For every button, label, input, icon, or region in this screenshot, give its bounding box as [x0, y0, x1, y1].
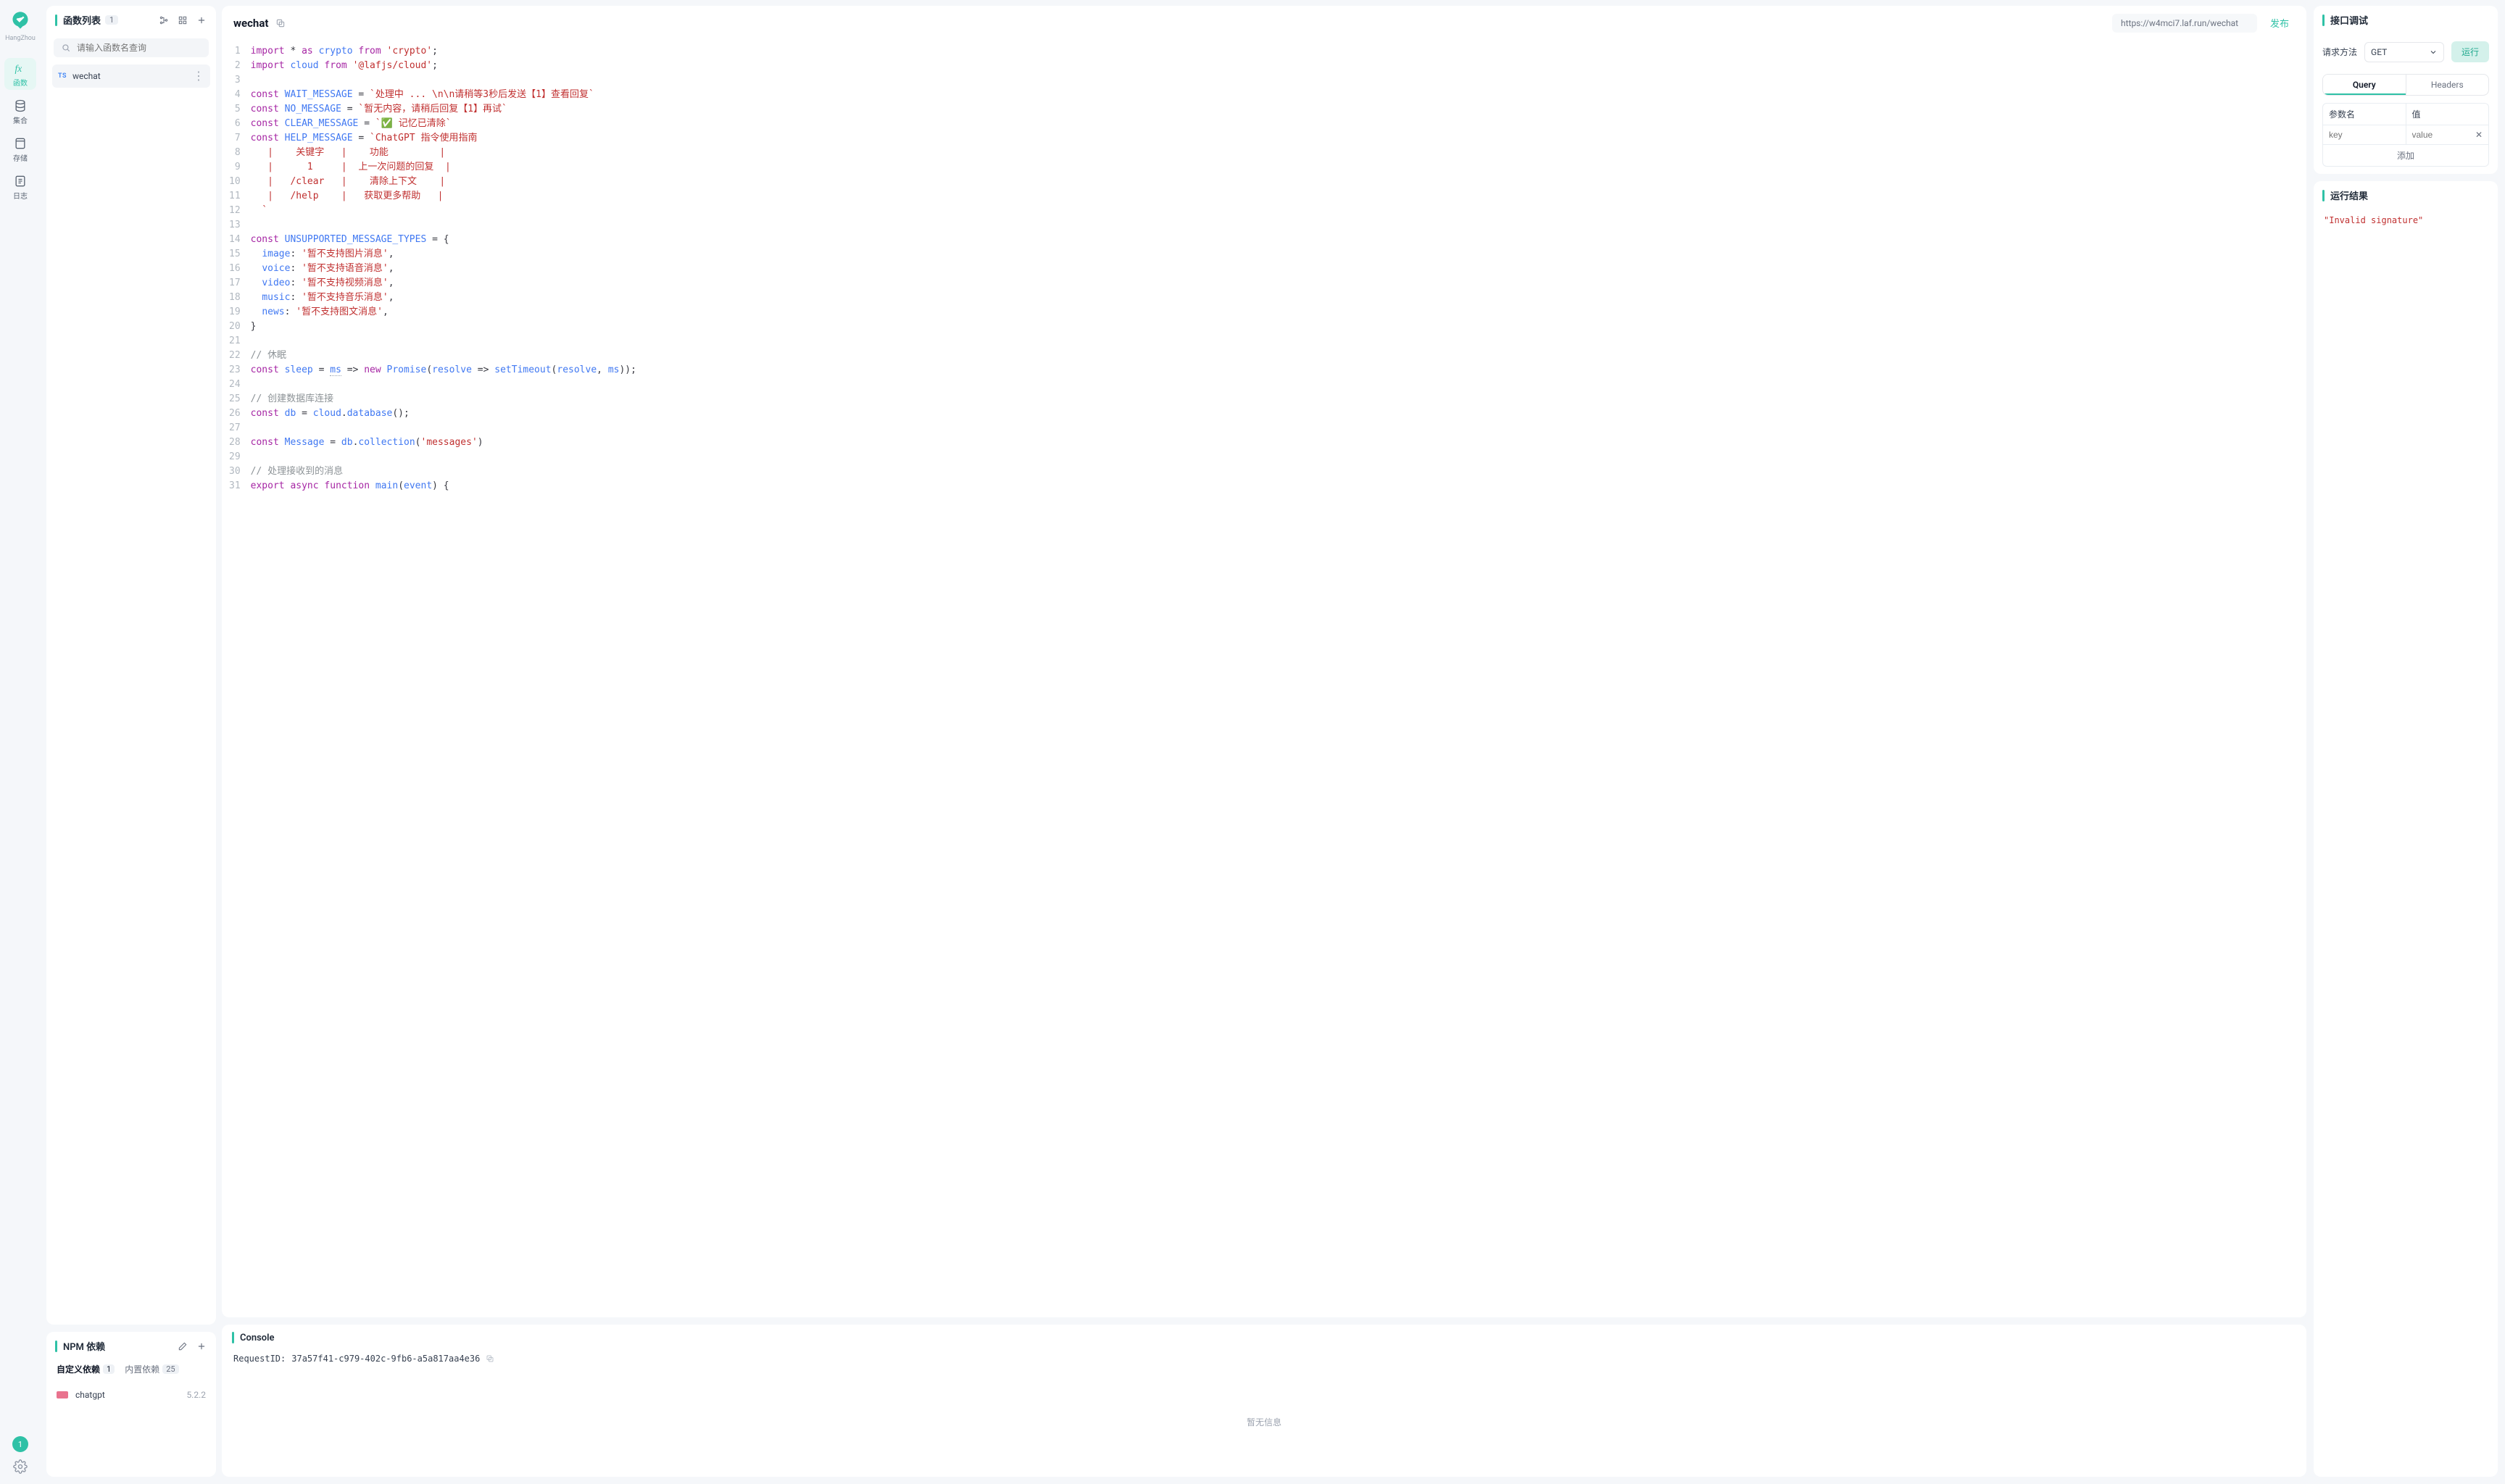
ts-badge: TS — [58, 72, 67, 80]
function-list-panel: 函数列表 1 TS wechat ⋮ — [46, 6, 216, 1325]
col-value-header: 值 — [2406, 104, 2489, 125]
remove-param-icon[interactable]: ✕ — [2475, 130, 2483, 140]
rail-item-collections[interactable]: 集合 — [4, 96, 36, 128]
storage-icon — [13, 136, 28, 151]
logs-icon — [13, 174, 28, 188]
fx-icon: fx — [13, 61, 28, 75]
function-url[interactable]: https://w4mci7.laf.run/wechat — [2112, 14, 2257, 33]
accent-bar — [55, 14, 57, 26]
npm-panel: NPM 依赖 自定义依赖 1 内置依赖 25 chatgpt — [46, 1332, 216, 1477]
rail-item-storage[interactable]: 存储 — [4, 133, 36, 165]
tab-custom-deps[interactable]: 自定义依赖 1 — [57, 1363, 115, 1378]
col-key-header: 参数名 — [2323, 104, 2406, 125]
brand-name: HangZhou — [5, 35, 36, 42]
grid-icon[interactable] — [177, 14, 188, 26]
accent-bar — [2322, 14, 2325, 26]
accent-bar — [2322, 190, 2325, 201]
tab-query[interactable]: Query — [2323, 75, 2406, 95]
method-select[interactable]: GET — [2364, 42, 2444, 62]
function-search[interactable] — [54, 38, 209, 57]
more-icon[interactable]: ⋮ — [193, 70, 204, 82]
console-empty: 暂无信息 — [222, 1367, 2306, 1477]
npm-icon — [57, 1391, 68, 1398]
console-card: Console RequestID: 37a57f41-c979-402c-9f… — [222, 1325, 2306, 1477]
add-param-button[interactable]: 添加 — [2323, 144, 2488, 166]
function-search-input[interactable] — [77, 43, 202, 53]
edit-icon[interactable] — [177, 1341, 188, 1352]
brand-logo — [7, 7, 33, 33]
tree-icon[interactable] — [158, 14, 170, 26]
npm-title: NPM 依赖 — [63, 1339, 105, 1353]
rail-item-functions[interactable]: fx 函数 — [4, 58, 36, 90]
notification-badge[interactable]: 1 — [12, 1436, 28, 1452]
editor-title: wechat — [233, 17, 268, 30]
debug-title: 接口调试 — [2330, 13, 2368, 27]
param-row: ✕ — [2323, 125, 2488, 144]
function-name: wechat — [72, 71, 187, 81]
param-tabs: Query Headers — [2322, 74, 2489, 96]
function-list-title: 函数列表 — [63, 13, 101, 27]
request-id-label: RequestID: — [233, 1354, 286, 1364]
run-button[interactable]: 运行 — [2451, 41, 2489, 62]
copy-icon[interactable] — [275, 18, 286, 28]
debug-panel: 接口调试 请求方法 GET 运行 Query Headers 参数名 值 — [2314, 6, 2498, 174]
param-value-input[interactable] — [2412, 130, 2475, 140]
result-panel: 运行结果 "Invalid signature" — [2314, 181, 2498, 1477]
result-body: "Invalid signature" — [2314, 209, 2498, 231]
code-editor[interactable]: 1234567891011121314151617181920212223242… — [222, 40, 2306, 1317]
search-icon — [61, 43, 71, 53]
method-label: 请求方法 — [2322, 46, 2357, 58]
chevron-down-icon — [2429, 48, 2438, 57]
function-list-item[interactable]: TS wechat ⋮ — [52, 64, 210, 88]
param-key-input[interactable] — [2329, 130, 2400, 140]
dependency-item[interactable]: chatgpt 5.2.2 — [46, 1385, 216, 1404]
accent-bar — [232, 1332, 234, 1343]
tab-headers[interactable]: Headers — [2406, 75, 2489, 95]
accent-bar — [55, 1341, 57, 1352]
add-function-icon[interactable] — [196, 14, 207, 26]
tab-builtin-deps[interactable]: 内置依赖 25 — [125, 1363, 178, 1378]
side-rail: HangZhou fx 函数 集合 存储 日志 1 — [0, 0, 41, 1484]
rail-item-logs[interactable]: 日志 — [4, 171, 36, 203]
console-title: Console — [240, 1333, 275, 1343]
svg-text:fx: fx — [15, 63, 22, 74]
settings-icon[interactable] — [13, 1459, 28, 1474]
function-count-badge: 1 — [105, 15, 118, 25]
database-icon — [13, 99, 28, 113]
request-id: 37a57f41-c979-402c-9fb6-a5a817aa4e36 — [291, 1354, 480, 1364]
publish-button[interactable]: 发布 — [2264, 13, 2295, 33]
params-table: 参数名 值 ✕ 添加 — [2322, 103, 2489, 167]
editor-card: wechat https://w4mci7.laf.run/wechat 发布 … — [222, 6, 2306, 1317]
copy-request-id-icon[interactable] — [486, 1354, 494, 1363]
add-dep-icon[interactable] — [196, 1341, 207, 1352]
result-title: 运行结果 — [2330, 188, 2368, 202]
